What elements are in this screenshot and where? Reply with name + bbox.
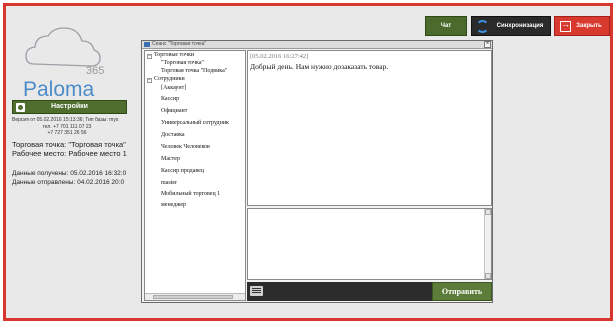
store-info: Торговая точка: "Торговая точка" Рабочее… [12,140,140,158]
chat-window: Сеанс "Торговая точка" × − Торговые точк… [141,40,493,303]
scroll-up-icon[interactable] [485,209,491,215]
tree-item-staff[interactable]: master [161,180,177,186]
tree-group-staff[interactable]: Сотрудники [154,76,185,82]
sync-dates: Данные получены: 05.02.2016 16:32:0 Данн… [12,170,140,187]
keyboard-icon[interactable] [250,286,263,296]
message-timestamp: [05.02.2016 16:27:42] [250,53,309,60]
tree-item-store[interactable]: Торговая точка "Подвика" [161,68,227,74]
version-line: Версия от 05.02.2016 15:13:36; Тип базы:… [12,117,119,123]
chat-title: Сеанс "Торговая точка" [152,41,207,47]
sync-icon [476,20,489,33]
tree-item-staff[interactable]: Человек Человеков [161,144,210,150]
store-label: Торговая точка: "Торговая точка" [12,140,126,149]
chat-button[interactable]: Чат [425,16,467,36]
sync-label: Синхронизация [496,23,544,29]
window-close-icon[interactable]: × [484,41,491,48]
brand-name: Paloma [23,78,95,99]
chat-toolbar: Отправить [247,282,492,301]
tree-item-staff[interactable]: Мобильный торговец 1 [161,191,220,197]
scroll-down-icon[interactable] [485,273,491,279]
phone-line: +7 727 351 26 56 [47,130,87,136]
version-info: Версия от 05.02.2016 15:13:36; Тип базы:… [12,117,140,137]
tree-item-store[interactable]: "Торговая точка" [161,60,204,66]
tree-item-staff[interactable]: менеджер [161,202,186,208]
settings-button[interactable]: Настройки [12,100,127,114]
contacts-tree: − Торговые точки "Торговая точка" Торгов… [144,50,246,301]
collapse-icon[interactable]: − [147,78,152,83]
message-input[interactable] [247,208,492,280]
tree-group-stores[interactable]: Торговые точки [154,52,194,58]
tree-item-staff[interactable]: Мастер [161,156,180,162]
settings-label: Настройки [51,103,88,110]
tree-item-staff[interactable]: [Аккаунт] [161,85,186,91]
message-text: Добрый день. Нам нужно дозаказать товар. [250,62,389,71]
app-frame: 365 Paloma Настройки Версия от 05.02.201… [3,3,613,321]
chat-titlebar: Сеанс "Торговая точка" × [142,41,492,49]
tree-item-staff[interactable]: Кассир продавец [161,168,204,174]
close-label: Закрыть [576,23,602,29]
tree-item-staff[interactable]: Универсальный сотрудник [161,120,229,126]
tree-item-staff[interactable]: Доставка [161,132,185,138]
workplace-label: Рабочее место: Рабочее место 1 [12,149,127,158]
scroll-thumb[interactable] [153,295,233,299]
paloma-logo: 365 Paloma [23,27,104,99]
chat-label: Чат [440,23,452,29]
message-history: [05.02.2016 16:27:42] Добрый день. Нам н… [247,50,492,206]
sent-label: Данные отправлены: 04.02.2016 20:0 [12,178,125,186]
received-label: Данные получены: 05.02.2016 16:32:0 [12,170,127,177]
brand-sub: 365 [86,65,104,77]
window-icon [144,42,150,47]
tree-item-staff[interactable]: Официант [161,108,187,114]
sync-button[interactable]: Синхронизация [471,16,551,36]
tree-item-staff[interactable]: Кассир [161,96,179,102]
tree-horizontal-scrollbar[interactable] [145,293,245,300]
close-button[interactable]: Закрыть [554,16,610,36]
input-vertical-scrollbar[interactable] [484,209,491,279]
send-button[interactable]: Отправить [432,282,492,301]
collapse-icon[interactable]: − [147,54,152,59]
